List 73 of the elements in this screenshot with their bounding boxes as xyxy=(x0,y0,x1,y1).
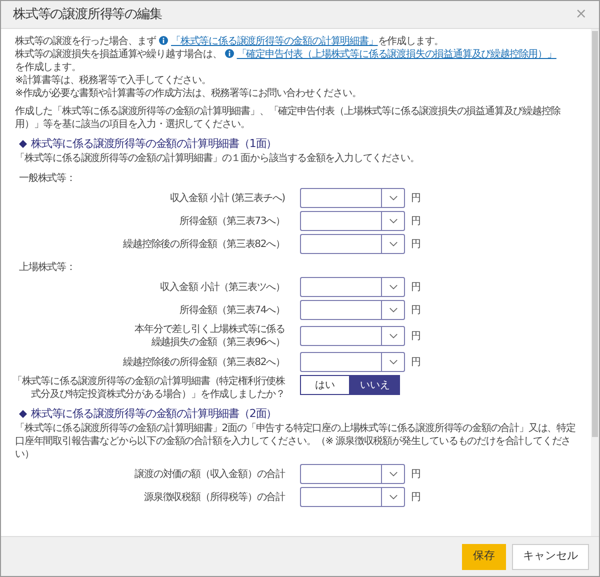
field-label: 収入金額 小計（第三表ツへ） xyxy=(160,280,285,294)
intro-text: 株式等の譲渡損失を損益通算や繰り越す場合は、 xyxy=(15,49,222,60)
field-label: 繰越控除後の所得金額（第三表82へ） xyxy=(123,238,285,250)
info-icon xyxy=(224,49,234,58)
unit-label: 円 xyxy=(411,304,420,318)
dropdown-button[interactable] xyxy=(381,464,405,484)
intro-text: を作成します。 xyxy=(378,36,444,47)
chevron-down-icon xyxy=(388,284,398,290)
info-icon xyxy=(159,36,168,45)
chevron-down-icon xyxy=(388,471,398,477)
field-label: 所得金額（第三表73へ） xyxy=(179,214,285,228)
dropdown-button[interactable] xyxy=(381,352,405,372)
amount-field[interactable] xyxy=(300,234,381,254)
unit-label: 円 xyxy=(411,192,420,206)
diamond-icon xyxy=(19,410,27,418)
section-note: 「株式等に係る譲渡所得等の金額の計算明細書」2面の「申告する特定口座の上場株式等に係る譲渡所得等の金額の合計」又は、特定口座年間取引報告書などから以下の金額の合計額を入力してください。（※ 源泉徴収税額が発生しているものだけを合計してください） xyxy=(15,422,576,461)
section-note: 「株式等に係る譲渡所得等の金額の計算明細書」の１面から該当する金額を入力してください。 xyxy=(15,152,420,165)
toggle-option[interactable]: いいえ xyxy=(350,375,400,395)
save-button[interactable]: 保存 xyxy=(462,544,506,570)
question-label: 式分及び特定投資株式分がある場合）」を作成しましたか？ xyxy=(31,388,285,401)
field-label: 本年分で差し引く上場株式等に係る xyxy=(134,323,285,336)
amount-field[interactable] xyxy=(300,277,381,297)
dropdown-button[interactable] xyxy=(381,326,405,346)
group-label: 一般株式等： xyxy=(19,172,76,185)
intro-note: ※計算書等は、税務署等で入手してください。 xyxy=(15,74,212,87)
amount-field[interactable] xyxy=(300,188,381,208)
instruction-text: 作成した「株式等に係る譲渡所得等の金額の計算明細書」、「確定申告付表（上場株式等に係る譲渡損失の損益通算及び繰越控除用）」等を基に該当の項目を入力・選択してください。 xyxy=(15,105,562,131)
dropdown-button[interactable] xyxy=(381,188,405,208)
dropdown-button[interactable] xyxy=(381,211,405,231)
section-heading: 株式等に係る譲渡所得等の金額の計算明細書（1面） xyxy=(31,137,277,151)
chevron-down-icon xyxy=(388,307,398,313)
scrollbar[interactable] xyxy=(591,29,599,536)
intro-note: ※作成が必要な書類や計算書等の作成方法は、税務署等にお問い合わせください。 xyxy=(15,87,362,100)
dropdown-button[interactable] xyxy=(381,234,405,254)
amount-field[interactable] xyxy=(300,464,381,484)
intro-link[interactable]: 「確定申告付表（上場株式等に係る譲渡損失の損益通算及び繰越控除用）」 xyxy=(236,49,556,60)
unit-label: 円 xyxy=(411,468,420,482)
amount-field[interactable] xyxy=(300,300,381,320)
section-heading: 株式等に係る譲渡所得等の金額の計算明細書（2面） xyxy=(31,407,277,421)
dropdown-button[interactable] xyxy=(381,300,405,320)
field-label: 源泉徴収税額（所得税等）の合計 xyxy=(144,490,285,504)
field-label: 収入金額 小計 (第三表チへ) xyxy=(170,192,285,204)
intro-link[interactable]: 「株式等に係る譲渡所得等の金額の計算明細書」 xyxy=(171,36,378,47)
amount-field[interactable] xyxy=(300,352,381,372)
intro-text: 株式等の譲渡を行った場合、まず xyxy=(15,36,156,47)
toggle-option[interactable]: はい xyxy=(300,375,350,395)
question-label: 「株式等に係る譲渡所得等の金額の計算明細書（特定権利行使株 xyxy=(12,375,285,388)
chevron-down-icon xyxy=(388,494,398,500)
field-label: 繰越損失の金額（第三表96へ） xyxy=(151,336,285,349)
amount-field[interactable] xyxy=(300,487,381,507)
field-label: 繰越控除後の所得金額（第三表82へ） xyxy=(123,356,285,368)
unit-label: 円 xyxy=(411,280,420,294)
amount-field[interactable] xyxy=(300,211,381,231)
group-label: 上場株式等： xyxy=(19,261,76,274)
field-label: 所得金額（第三表74へ） xyxy=(179,304,285,316)
field-label: 譲渡の対価の額（収入金額）の合計 xyxy=(134,468,285,480)
dropdown-button[interactable] xyxy=(381,487,405,507)
intro-text: を作成します。 xyxy=(15,62,81,73)
amount-field[interactable] xyxy=(300,326,381,346)
chevron-down-icon xyxy=(388,218,398,224)
unit-label: 円 xyxy=(411,356,420,370)
chevron-down-icon xyxy=(388,195,398,201)
dropdown-button[interactable] xyxy=(381,277,405,297)
unit-label: 円 xyxy=(411,214,420,228)
unit-label: 円 xyxy=(411,330,420,344)
chevron-down-icon xyxy=(388,241,398,247)
diamond-icon xyxy=(19,140,27,148)
chevron-down-icon xyxy=(388,359,398,365)
dialog-title: 株式等の譲渡所得等の編集 xyxy=(13,6,162,24)
chevron-down-icon xyxy=(388,333,398,339)
cancel-button[interactable]: キャンセル xyxy=(512,544,589,570)
unit-label: 円 xyxy=(411,238,420,252)
unit-label: 円 xyxy=(411,490,420,504)
